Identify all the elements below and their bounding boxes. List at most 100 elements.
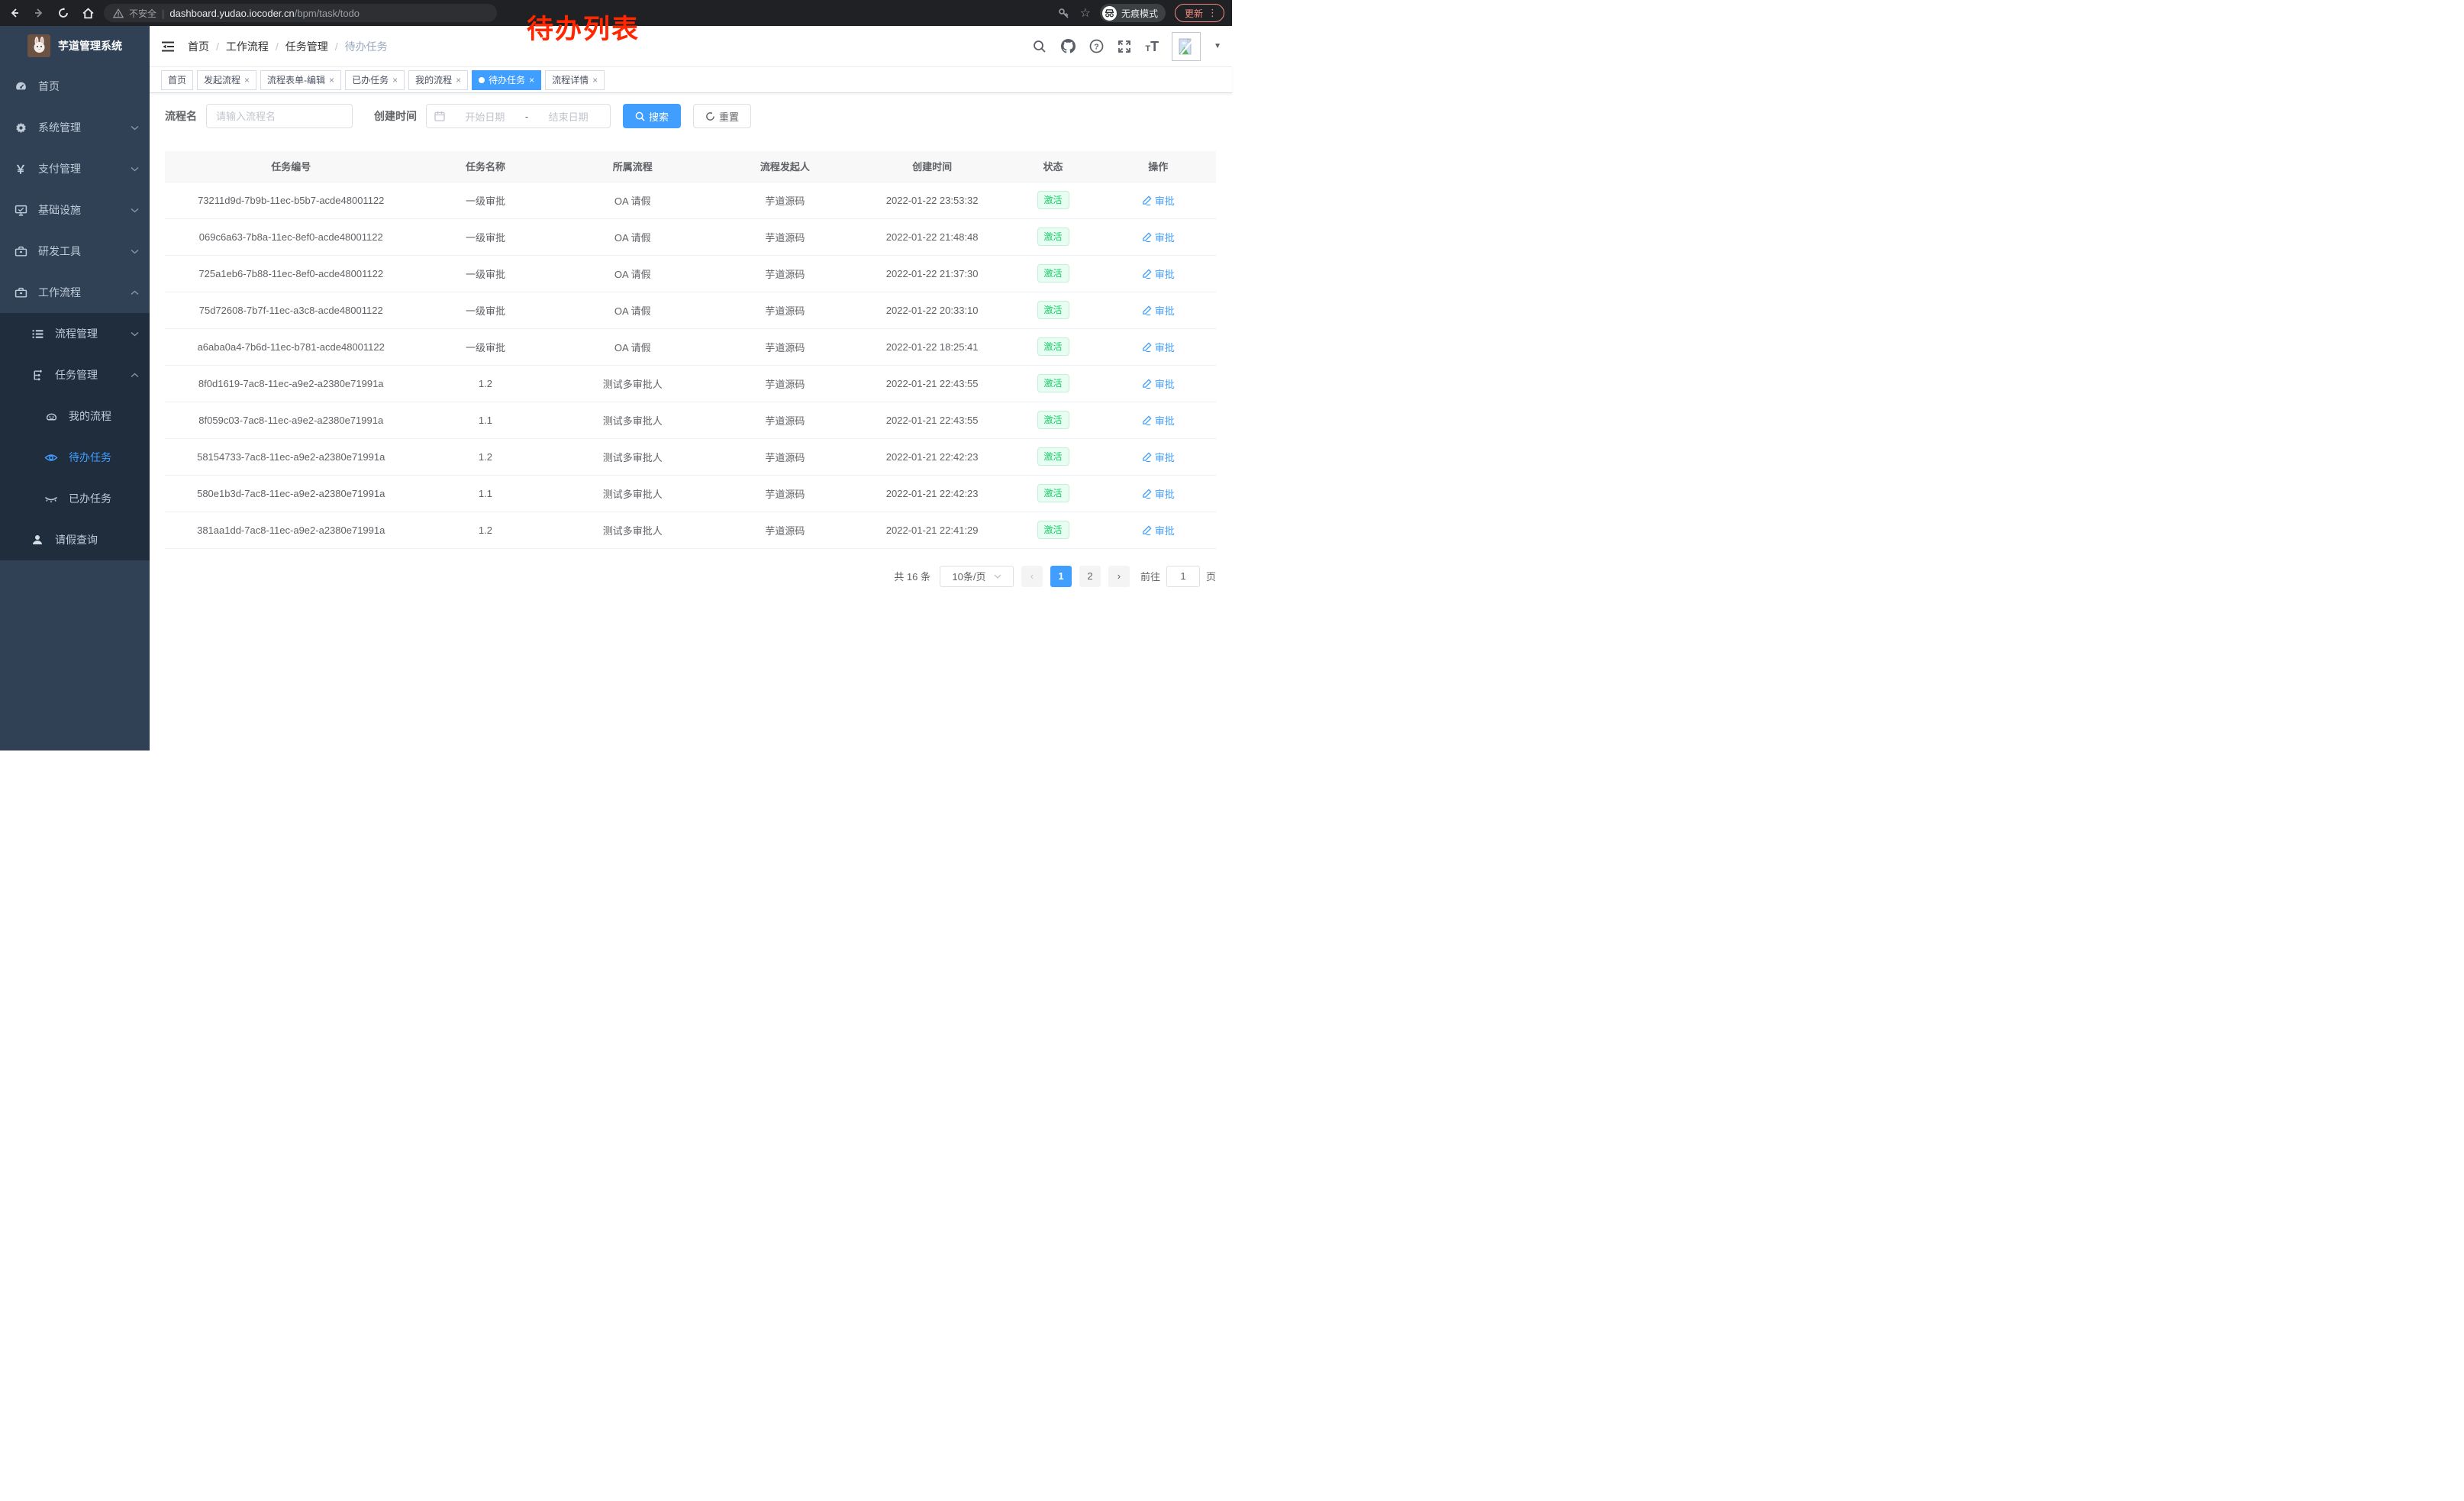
forward-icon[interactable] — [32, 6, 46, 20]
approve-button[interactable]: 审批 — [1142, 303, 1175, 318]
close-icon[interactable]: × — [244, 75, 250, 86]
table-row: 725a1eb6-7b88-11ec-8ef0-acde48001122一级审批… — [165, 255, 1216, 292]
home-icon[interactable] — [81, 6, 95, 20]
breadcrumb-home[interactable]: 首页 — [188, 39, 209, 54]
github-icon[interactable] — [1060, 39, 1076, 54]
table-row: 8f059c03-7ac8-11ec-a9e2-a2380e71991a1.1测… — [165, 402, 1216, 438]
sidebar-item-devtools[interactable]: 研发工具 — [0, 231, 150, 272]
warning-icon — [113, 8, 124, 18]
approve-button[interactable]: 审批 — [1142, 413, 1175, 428]
avatar[interactable] — [1172, 32, 1201, 61]
col-status: 状态 — [1006, 151, 1101, 182]
reset-button[interactable]: 重置 — [693, 104, 751, 128]
reload-icon[interactable] — [56, 6, 70, 20]
sidebar-item-done-tasks[interactable]: 已办任务 — [0, 478, 150, 519]
tab-start-process[interactable]: 发起流程× — [197, 70, 256, 90]
chevron-down-icon — [130, 125, 139, 131]
sidebar-item-payment[interactable]: ￥ 支付管理 — [0, 148, 150, 189]
close-icon[interactable]: × — [529, 75, 534, 86]
goto-label: 前往 — [1140, 569, 1160, 583]
eye-icon — [44, 451, 58, 464]
logo-image — [27, 34, 50, 57]
prev-page-button[interactable]: ‹ — [1021, 566, 1043, 587]
font-size-icon[interactable]: TT — [1145, 40, 1159, 53]
browser-menu-icon[interactable]: ⋮ — [1208, 7, 1217, 19]
breadcrumb-workflow[interactable]: 工作流程 — [226, 39, 269, 54]
app-title: 芋道管理系统 — [58, 38, 122, 53]
bookmark-star-icon[interactable]: ☆ — [1080, 5, 1091, 21]
yen-icon: ￥ — [14, 161, 27, 177]
next-page-button[interactable]: › — [1108, 566, 1130, 587]
sidebar-item-todo-tasks[interactable]: 待办任务 — [0, 437, 150, 478]
sidebar-menu: 首页 系统管理 ￥ 支付管理 基础设施 研发工具 — [0, 66, 150, 560]
incognito-badge: 无痕模式 — [1100, 4, 1166, 22]
tab-form-edit[interactable]: 流程表单-编辑× — [260, 70, 341, 90]
page-content: 流程名 创建时间 开始日期 - 结束日期 搜索 重置 — [150, 93, 1232, 750]
update-button[interactable]: 更新 ⋮ — [1175, 4, 1224, 22]
sidebar-collapse-icon[interactable] — [160, 39, 176, 54]
sidebar-item-task-mgmt[interactable]: 任务管理 — [0, 354, 150, 395]
table-row: 069c6a63-7b8a-11ec-8ef0-acde48001122一级审批… — [165, 218, 1216, 255]
status-badge: 激活 — [1037, 374, 1069, 392]
status-badge: 激活 — [1037, 484, 1069, 502]
tab-todo-tasks[interactable]: 待办任务× — [472, 70, 541, 90]
page-size-select[interactable]: 10条/页 — [940, 566, 1014, 587]
tab-process-detail[interactable]: 流程详情× — [545, 70, 605, 90]
fullscreen-icon[interactable] — [1117, 39, 1132, 54]
calendar-icon — [434, 111, 445, 121]
approve-button[interactable]: 审批 — [1142, 486, 1175, 501]
tab-bar: 首页 发起流程× 流程表单-编辑× 已办任务× 我的流程× 待办任务× 流程详情… — [150, 67, 1232, 93]
status-badge: 激活 — [1037, 264, 1069, 282]
annotation-overlay: 待办列表 — [527, 8, 640, 47]
status-badge: 激活 — [1037, 337, 1069, 356]
sidebar-item-workflow[interactable]: 工作流程 — [0, 272, 150, 313]
page-unit-label: 页 — [1206, 569, 1216, 583]
tab-home[interactable]: 首页 — [161, 70, 193, 90]
sidebar-item-leave-query[interactable]: 请假查询 — [0, 519, 150, 560]
close-icon[interactable]: × — [329, 75, 334, 86]
avatar-caret-icon[interactable]: ▼ — [1214, 42, 1221, 50]
goto-page-input[interactable] — [1166, 566, 1200, 587]
sidebar-item-infra[interactable]: 基础设施 — [0, 189, 150, 231]
chevron-down-icon — [130, 249, 139, 254]
approve-button[interactable]: 审批 — [1142, 266, 1175, 281]
sidebar-logo[interactable]: 芋道管理系统 — [0, 26, 150, 66]
toolbox-icon — [14, 245, 27, 258]
process-name-label: 流程名 — [165, 108, 197, 124]
gear-icon — [14, 121, 27, 134]
page-button-1[interactable]: 1 — [1050, 566, 1072, 587]
close-icon[interactable]: × — [392, 75, 398, 86]
eye-closed-icon — [44, 492, 58, 505]
user-icon — [31, 534, 44, 546]
sidebar-item-my-process[interactable]: 我的流程 — [0, 395, 150, 437]
key-icon[interactable] — [1057, 6, 1071, 20]
date-range-picker[interactable]: 开始日期 - 结束日期 — [426, 104, 611, 128]
approve-button[interactable]: 审批 — [1142, 523, 1175, 537]
svg-text:?: ? — [1094, 42, 1098, 51]
approve-button[interactable]: 审批 — [1142, 450, 1175, 464]
briefcase-icon — [14, 286, 27, 299]
approve-button[interactable]: 审批 — [1142, 193, 1175, 208]
url-bar[interactable]: 不安全 | dashboard.yudao.iocoder.cn/bpm/tas… — [104, 4, 497, 22]
col-create-time: 创建时间 — [859, 151, 1006, 182]
tab-my-process[interactable]: 我的流程× — [408, 70, 468, 90]
approve-button[interactable]: 审批 — [1142, 340, 1175, 354]
page-button-2[interactable]: 2 — [1079, 566, 1101, 587]
sidebar-item-home[interactable]: 首页 — [0, 66, 150, 107]
sidebar-item-system[interactable]: 系统管理 — [0, 107, 150, 148]
process-name-input[interactable] — [206, 104, 353, 128]
search-icon[interactable] — [1032, 39, 1047, 54]
sidebar-item-process-mgmt[interactable]: 流程管理 — [0, 313, 150, 354]
tab-done-tasks[interactable]: 已办任务× — [345, 70, 405, 90]
search-button[interactable]: 搜索 — [623, 104, 681, 128]
approve-button[interactable]: 审批 — [1142, 376, 1175, 391]
help-icon[interactable]: ? — [1088, 39, 1104, 54]
status-badge: 激活 — [1037, 447, 1069, 466]
close-icon[interactable]: × — [456, 75, 461, 86]
browser-chrome: 不安全 | dashboard.yudao.iocoder.cn/bpm/tas… — [0, 0, 1232, 26]
col-task-id: 任务编号 — [165, 151, 417, 182]
approve-button[interactable]: 审批 — [1142, 230, 1175, 244]
close-icon[interactable]: × — [592, 75, 598, 86]
back-icon[interactable] — [8, 6, 21, 20]
breadcrumb-task-mgmt[interactable]: 任务管理 — [285, 39, 328, 54]
